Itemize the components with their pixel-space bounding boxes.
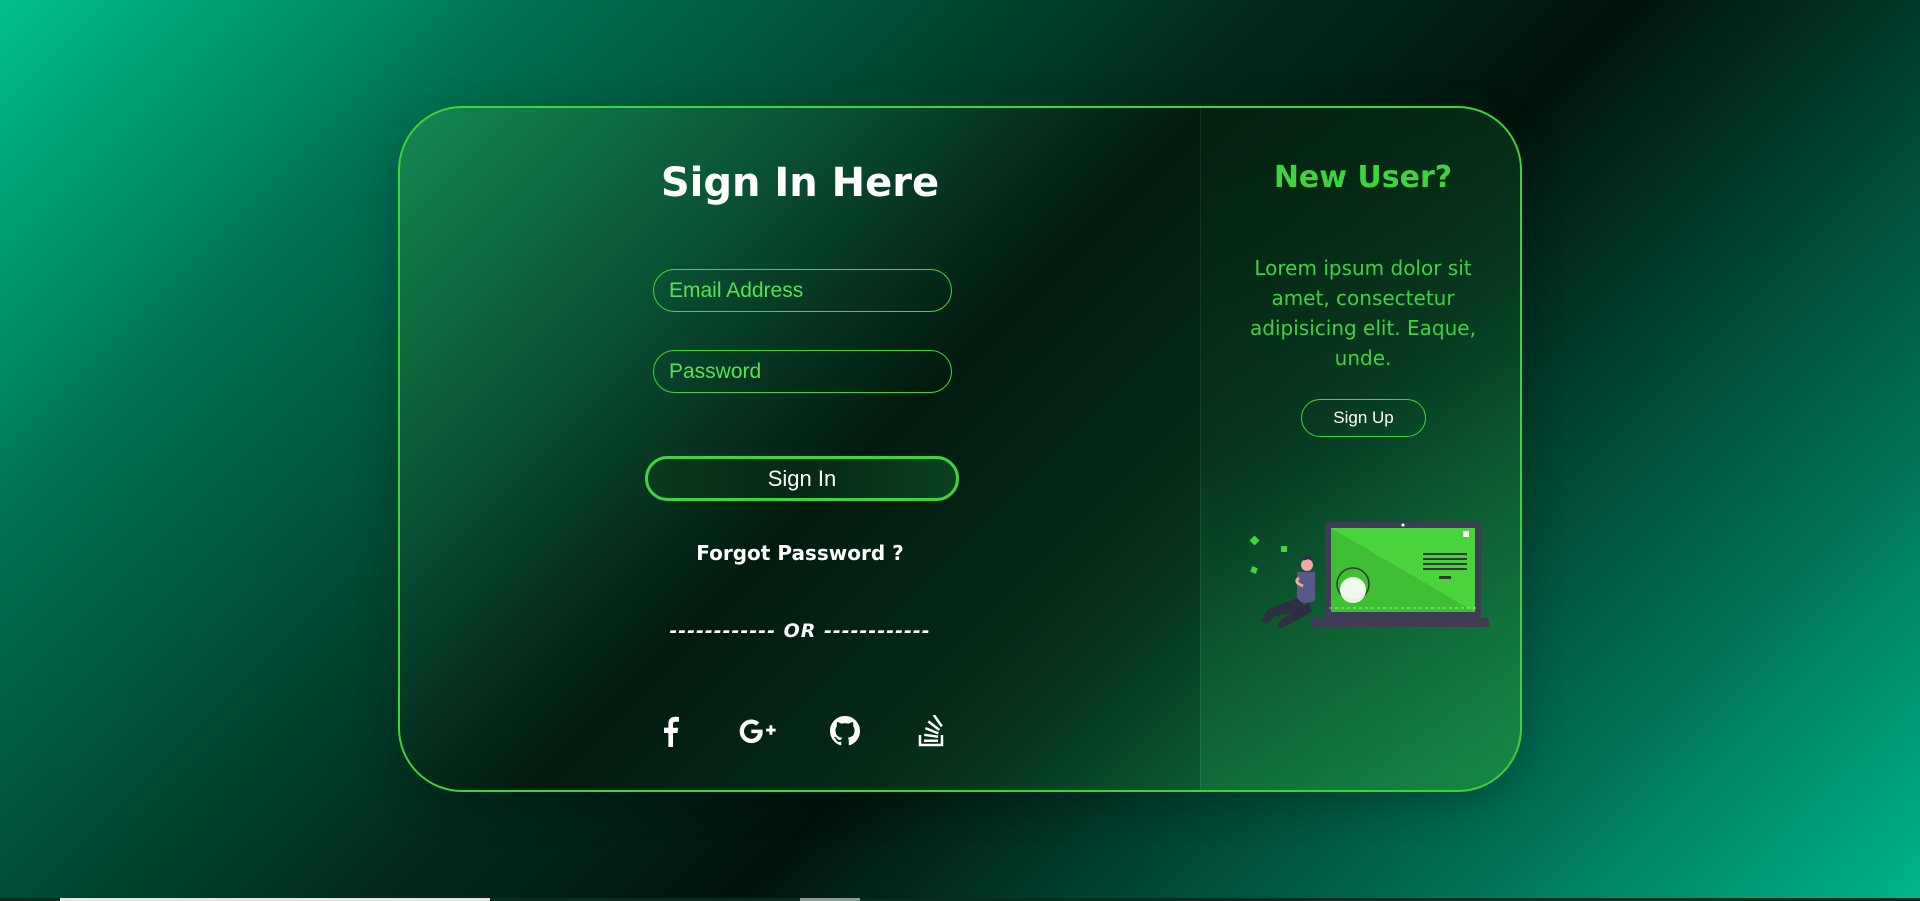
forgot-password-link[interactable]: Forgot Password ? — [400, 541, 1200, 565]
or-divider: ------------ OR ------------ — [669, 620, 931, 642]
signup-panel: New User? Lorem ipsum dolor sit amet, co… — [1200, 108, 1520, 790]
new-user-heading: New User? — [1273, 160, 1453, 195]
stack-overflow-icon[interactable] — [912, 711, 952, 751]
email-field[interactable] — [653, 269, 952, 312]
sign-in-button[interactable]: Sign In — [645, 456, 959, 501]
password-field[interactable] — [653, 350, 952, 393]
page-title: Sign In Here — [660, 160, 940, 206]
login-card: Sign In Here Sign In Forgot Password ? -… — [398, 106, 1522, 792]
facebook-icon[interactable] — [650, 711, 690, 751]
github-icon[interactable] — [825, 711, 865, 751]
signup-description: Lorem ipsum dolor sit amet, consectetur … — [1250, 256, 1476, 370]
sign-up-button[interactable]: Sign Up — [1301, 399, 1426, 437]
laptop-illustration — [1249, 522, 1489, 628]
google-plus-icon[interactable] — [738, 711, 778, 751]
